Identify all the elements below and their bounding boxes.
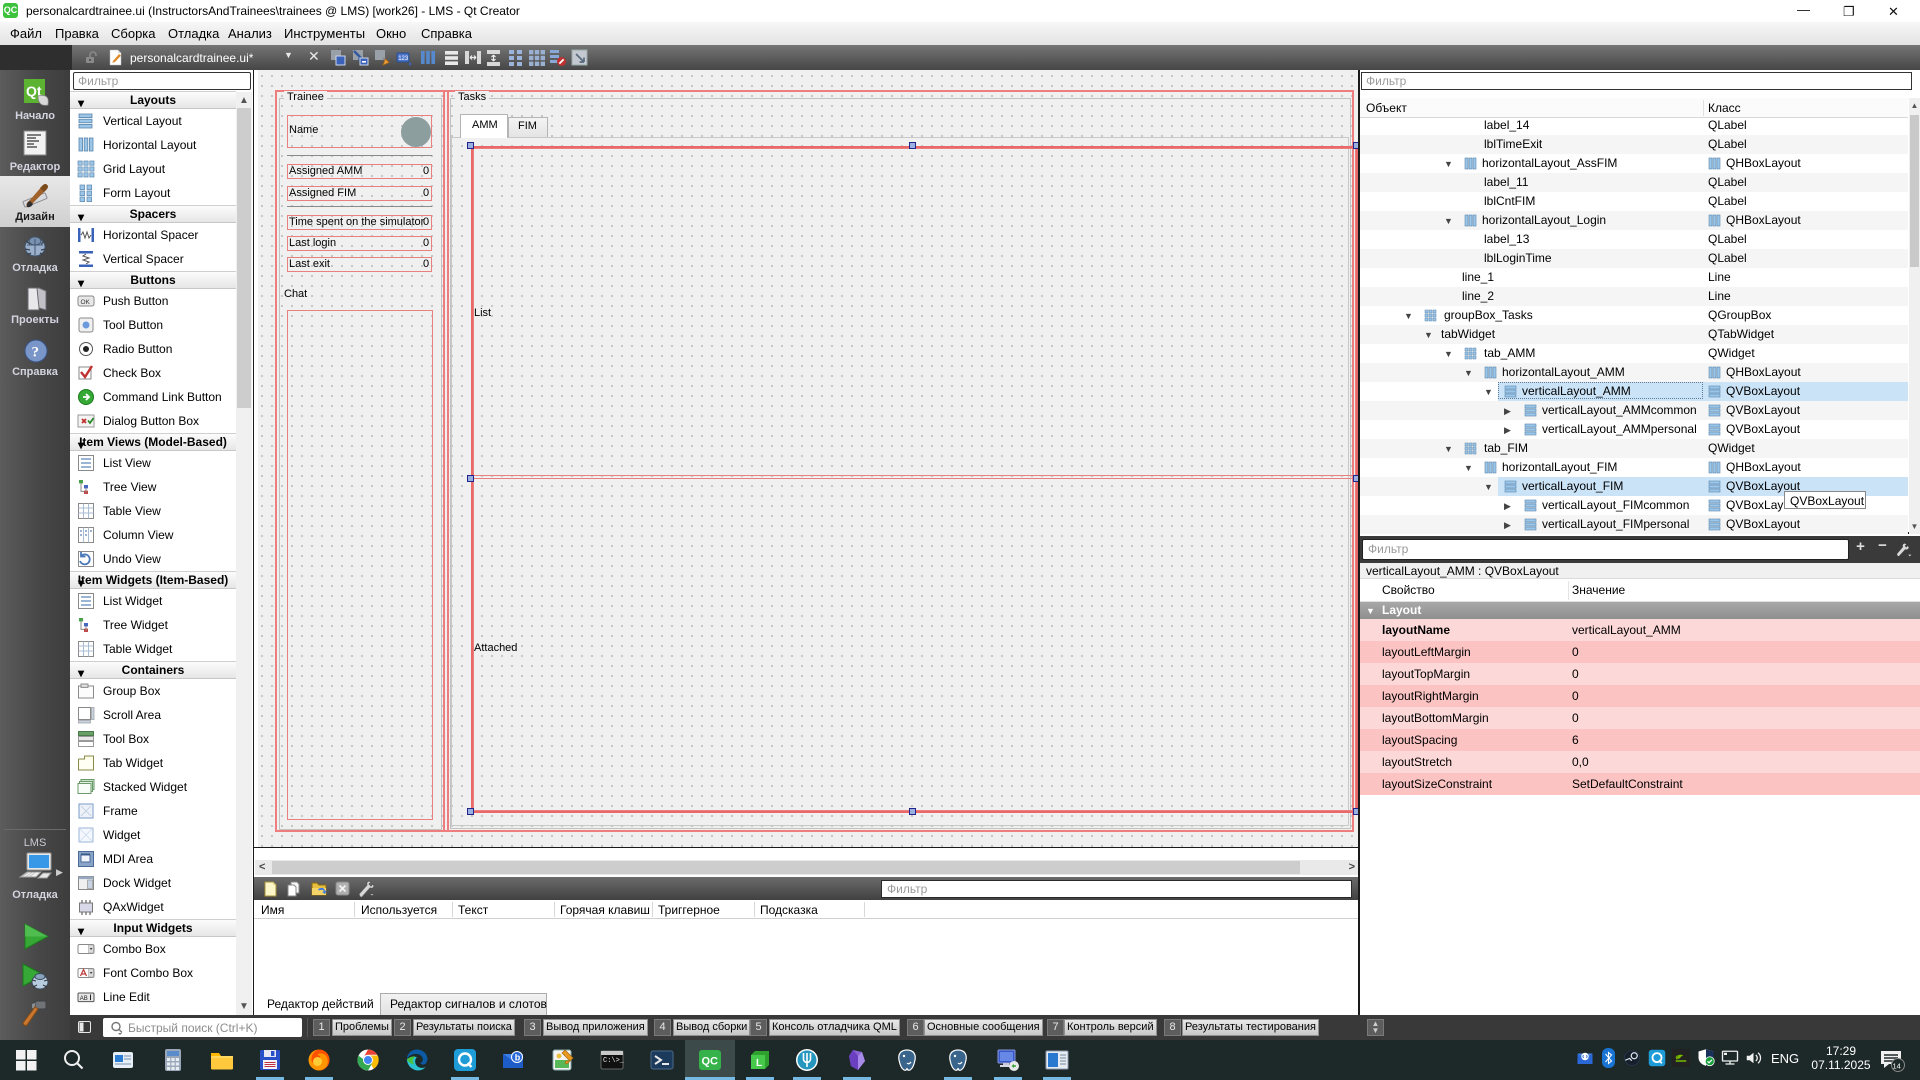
- svg-text:L: L: [756, 1058, 762, 1069]
- svg-text:14: 14: [1893, 1062, 1901, 1071]
- svg-text:?: ?: [32, 345, 40, 361]
- svg-text:QC: QC: [702, 1056, 719, 1068]
- svg-text:AB: AB: [80, 996, 88, 1002]
- svg-text:123: 123: [398, 56, 409, 62]
- svg-text:C:\>_: C:\>_: [603, 1057, 624, 1065]
- svg-text:b: b: [515, 1053, 521, 1063]
- svg-text:OK: OK: [81, 299, 91, 306]
